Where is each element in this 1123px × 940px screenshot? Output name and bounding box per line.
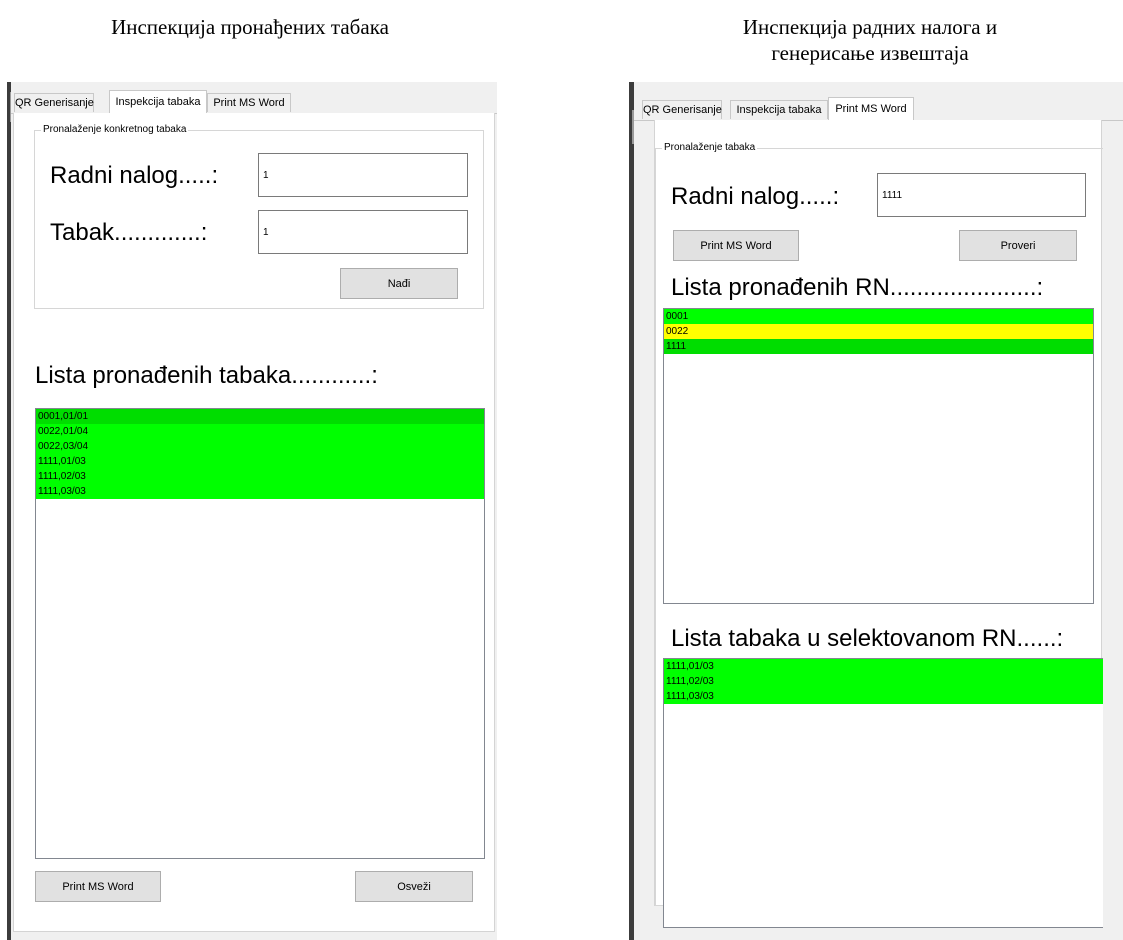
right-window: QR Generisanje Inspekcija tabaka Print M…	[634, 82, 1123, 940]
sheet-label: Tabak.............:	[50, 219, 208, 246]
check-button[interactable]: Proveri	[959, 230, 1077, 261]
selected-order-sheets-list[interactable]: 1111,01/03 1111,02/03 1111,03/03	[663, 658, 1103, 928]
print-ms-word-button[interactable]: Print MS Word	[35, 871, 161, 902]
order-input[interactable]: 1	[258, 153, 468, 197]
right-caption-line2: генерисање извештаја	[771, 41, 969, 65]
list-item[interactable]: 0022,01/04	[36, 424, 484, 439]
list-item[interactable]: 1111,03/03	[664, 689, 1103, 704]
order-label: Radni nalog.....:	[50, 162, 219, 189]
right-caption-line1: Инспекција радних налога и	[742, 15, 998, 39]
tab-inspekcija-tabaka[interactable]: Inspekcija tabaka	[109, 90, 207, 114]
orders-list[interactable]: 0001 0022 1111	[663, 308, 1094, 604]
sheets-list-title: Lista pronađenih tabaka............:	[35, 362, 378, 389]
tab-print-ms-word[interactable]: Print MS Word	[207, 93, 291, 112]
tab-inspekcija-tabaka[interactable]: Inspekcija tabaka	[730, 100, 828, 119]
search-group-title: Pronalaženje konkretnog tabaka	[41, 123, 189, 137]
selected-order-sheets-title: Lista tabaka u selektovanom RN......:	[671, 625, 1064, 652]
left-tab-page: Pronalaženje konkretnog tabaka Radni nal…	[13, 113, 495, 932]
list-item[interactable]: 0022	[664, 324, 1093, 339]
tab-qr-generisanje[interactable]: QR Generisanje	[642, 100, 722, 119]
list-item[interactable]: 0001,01/01	[36, 409, 484, 424]
right-tabbar: QR Generisanje Inspekcija tabaka Print M…	[634, 96, 1123, 121]
tab-qr-generisanje[interactable]: QR Generisanje	[14, 93, 94, 112]
list-item[interactable]: 0001	[664, 309, 1093, 324]
list-item[interactable]: 1111,01/03	[664, 659, 1103, 674]
list-item[interactable]: 1111	[664, 339, 1093, 354]
list-item[interactable]: 1111,01/03	[36, 454, 484, 469]
tab-print-ms-word[interactable]: Print MS Word	[828, 97, 914, 121]
find-button[interactable]: Nađi	[340, 268, 458, 299]
order-input[interactable]: 1111	[877, 173, 1086, 217]
search-group-title: Pronalaženje tabaka	[662, 141, 758, 155]
left-caption: Инспекција пронађених табака	[111, 15, 389, 39]
search-group: Pronalaženje konkretnog tabaka Radni nal…	[34, 123, 484, 309]
orders-list-title: Lista pronađenih RN.....................…	[671, 274, 1044, 301]
refresh-button[interactable]: Osveži	[355, 871, 473, 902]
right-tab-page: Pronalaženje tabaka Radni nalog.....: 11…	[654, 120, 1103, 928]
list-item[interactable]: 1111,02/03	[36, 469, 484, 484]
print-ms-word-button[interactable]: Print MS Word	[673, 230, 799, 261]
left-window: QR Generisanje Inspekcija tabaka Print M…	[11, 82, 497, 940]
order-label: Radni nalog.....:	[671, 183, 840, 210]
list-item[interactable]: 1111,03/03	[36, 484, 484, 499]
sheet-input[interactable]: 1	[258, 210, 468, 254]
sheets-list[interactable]: 0001,01/01 0022,01/04 0022,03/04 1111,01…	[35, 408, 485, 859]
list-item[interactable]: 1111,02/03	[664, 674, 1103, 689]
list-item[interactable]: 0022,03/04	[36, 439, 484, 454]
left-tabbar: QR Generisanje Inspekcija tabaka Print M…	[11, 89, 497, 114]
